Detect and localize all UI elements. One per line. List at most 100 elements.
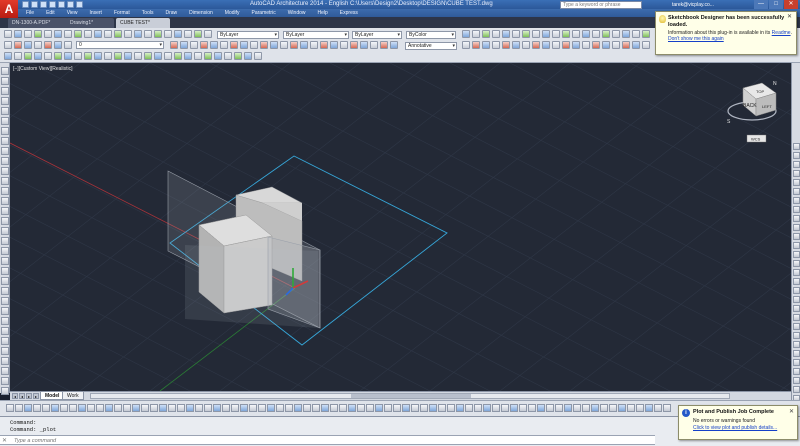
status-tool-icon[interactable] [321, 404, 329, 412]
workspace-tool-icon[interactable] [134, 52, 142, 60]
status-tool-icon[interactable] [600, 404, 608, 412]
draw-tool-icon[interactable] [1, 127, 9, 135]
menu-view[interactable]: View [61, 9, 84, 17]
status-tool-icon[interactable] [249, 404, 257, 412]
modify-tool-icon[interactable] [793, 224, 800, 231]
property-tool-icon[interactable] [34, 41, 42, 49]
status-tool-icon[interactable] [528, 404, 536, 412]
color-dropdown[interactable]: ByLayer [217, 31, 279, 39]
prev-layout-button[interactable]: ◂ [19, 393, 25, 399]
standard-tool-icon[interactable] [582, 30, 590, 38]
status-tool-icon[interactable] [456, 404, 464, 412]
status-tool-icon[interactable] [627, 404, 635, 412]
drawing-canvas[interactable]: BACK TOP LEFT S N WCS [10, 63, 791, 391]
status-tool-icon[interactable] [519, 404, 527, 412]
modify-tool-icon[interactable] [793, 170, 800, 177]
standard-tool-icon[interactable] [144, 30, 152, 38]
status-tool-icon[interactable] [15, 404, 23, 412]
draw-tool-icon[interactable] [1, 77, 9, 85]
draw-tool-icon[interactable] [1, 237, 9, 245]
status-tool-icon[interactable] [591, 404, 599, 412]
modify-tool-icon[interactable] [793, 197, 800, 204]
workspace-tool-icon[interactable] [114, 52, 122, 60]
workspace-tool-icon[interactable] [54, 52, 62, 60]
status-tool-icon[interactable] [240, 404, 248, 412]
modify-tool-icon[interactable] [793, 269, 800, 276]
compass-south[interactable]: S [727, 119, 731, 125]
property-tool-icon[interactable] [602, 41, 610, 49]
draw-tool-icon[interactable] [1, 357, 9, 365]
draw-tool-icon[interactable] [1, 327, 9, 335]
standard-tool-icon[interactable] [114, 30, 122, 38]
status-tool-icon[interactable] [366, 404, 374, 412]
modify-tool-icon[interactable] [793, 233, 800, 240]
standard-tool-icon[interactable] [622, 30, 630, 38]
property-tool-icon[interactable] [642, 41, 650, 49]
workspace-tool-icon[interactable] [94, 52, 102, 60]
status-tool-icon[interactable] [303, 404, 311, 412]
modify-tool-icon[interactable] [793, 215, 800, 222]
qat-save-icon[interactable] [40, 1, 47, 8]
close-notification-icon[interactable]: ✕ [786, 14, 793, 21]
standard-tool-icon[interactable] [44, 30, 52, 38]
property-tool-icon[interactable] [54, 41, 62, 49]
modify-tool-icon[interactable] [793, 386, 800, 393]
workspace-tool-icon[interactable] [74, 52, 82, 60]
next-layout-button[interactable]: ▸ [26, 393, 32, 399]
draw-tool-icon[interactable] [1, 187, 9, 195]
status-tool-icon[interactable] [537, 404, 545, 412]
draw-tool-icon[interactable] [1, 337, 9, 345]
draw-tool-icon[interactable] [1, 197, 9, 205]
standard-tool-icon[interactable] [104, 30, 112, 38]
scroll-thumb[interactable] [351, 394, 471, 398]
workspace-tool-icon[interactable] [174, 52, 182, 60]
close-button[interactable]: ✕ [784, 0, 798, 9]
property-tool-icon[interactable] [270, 41, 278, 49]
workspace-tool-icon[interactable] [84, 52, 92, 60]
status-tool-icon[interactable] [654, 404, 662, 412]
workspace-tool-icon[interactable] [24, 52, 32, 60]
status-tool-icon[interactable] [465, 404, 473, 412]
modify-tool-icon[interactable] [793, 323, 800, 330]
status-tool-icon[interactable] [150, 404, 158, 412]
draw-tool-icon[interactable] [1, 117, 9, 125]
status-tool-icon[interactable] [501, 404, 509, 412]
property-tool-icon[interactable] [572, 41, 580, 49]
modify-tool-icon[interactable] [793, 314, 800, 321]
property-tool-icon[interactable] [180, 41, 188, 49]
status-tool-icon[interactable] [276, 404, 284, 412]
standard-tool-icon[interactable] [204, 30, 212, 38]
modify-tool-icon[interactable] [793, 287, 800, 294]
property-tool-icon[interactable] [390, 41, 398, 49]
status-tool-icon[interactable] [60, 404, 68, 412]
property-tool-icon[interactable] [230, 41, 238, 49]
standard-tool-icon[interactable] [512, 30, 520, 38]
status-tool-icon[interactable] [96, 404, 104, 412]
property-tool-icon[interactable] [582, 41, 590, 49]
property-tool-icon[interactable] [632, 41, 640, 49]
qat-new-icon[interactable] [22, 1, 29, 8]
menu-insert[interactable]: Insert [83, 9, 108, 17]
workspace-tool-icon[interactable] [64, 52, 72, 60]
property-tool-icon[interactable] [280, 41, 288, 49]
property-tool-icon[interactable] [240, 41, 248, 49]
status-tool-icon[interactable] [510, 404, 518, 412]
standard-tool-icon[interactable] [134, 30, 142, 38]
model-viewport[interactable]: BACK TOP LEFT S N WCS [−][Custom View][R… [10, 63, 791, 391]
property-tool-icon[interactable] [522, 41, 530, 49]
menu-tools[interactable]: Tools [136, 9, 160, 17]
standard-tool-icon[interactable] [4, 30, 12, 38]
draw-tool-icon[interactable] [1, 207, 9, 215]
status-tool-icon[interactable] [492, 404, 500, 412]
workspace-tool-icon[interactable] [234, 52, 242, 60]
modify-tool-icon[interactable] [793, 188, 800, 195]
standard-tool-icon[interactable] [194, 30, 202, 38]
status-tool-icon[interactable] [420, 404, 428, 412]
modify-tool-icon[interactable] [793, 332, 800, 339]
status-tool-icon[interactable] [78, 404, 86, 412]
status-tool-icon[interactable] [546, 404, 554, 412]
property-tool-icon[interactable] [320, 41, 328, 49]
menu-parametric[interactable]: Parametric [246, 9, 282, 17]
modify-tool-icon[interactable] [793, 179, 800, 186]
property-tool-icon[interactable] [44, 41, 52, 49]
